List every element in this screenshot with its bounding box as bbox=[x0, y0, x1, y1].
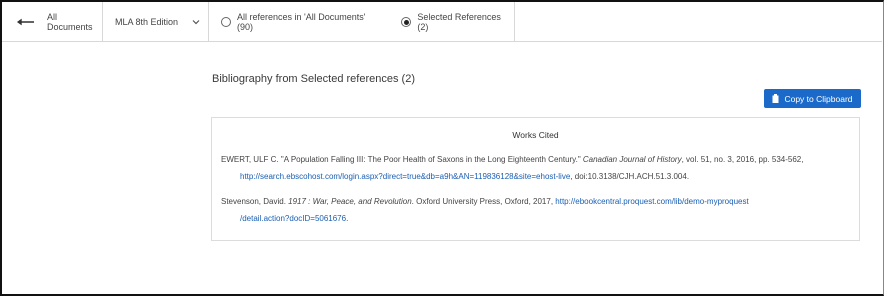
radio-checked-icon[interactable] bbox=[401, 17, 412, 27]
copy-button-label: Copy to Clipboard bbox=[784, 93, 853, 104]
bibliography-card: Works Cited EWERT, ULF C. "A Population … bbox=[211, 117, 860, 241]
chevron-down-icon bbox=[192, 20, 200, 25]
citation-style-label: MLA 8th Edition bbox=[115, 17, 179, 27]
citation-entry: EWERT, ULF C. "A Population Falling III:… bbox=[221, 151, 851, 185]
option-selected-references[interactable]: Selected References (2) bbox=[401, 12, 514, 32]
citation-text: . bbox=[346, 214, 349, 223]
back-arrow-icon bbox=[16, 18, 35, 26]
bibliography-heading: Bibliography from Selected references (2… bbox=[212, 73, 415, 85]
works-cited-title: Works Cited bbox=[512, 130, 559, 140]
book-title: : War, Peace, and Revolution bbox=[305, 197, 412, 206]
citation-text: , vol. 51, no. 3, 2016, pp. 534-562, bbox=[681, 155, 804, 164]
back-label: All Documents bbox=[46, 12, 93, 32]
book-title: 1917 bbox=[288, 197, 306, 206]
citation-link[interactable]: /detail.action?docID=5061676 bbox=[240, 214, 346, 223]
back-to-all-documents[interactable]: All Documents bbox=[2, 2, 103, 42]
citation-text: EWERT, ULF C. "A Population Falling III:… bbox=[221, 155, 583, 164]
citation-text: , doi:10.3138/CJH.ACH.51.3.004. bbox=[570, 172, 690, 181]
clipboard-icon bbox=[772, 94, 779, 103]
option-selected-label: Selected References (2) bbox=[417, 12, 501, 32]
citation-text: . Oxford University Press, Oxford, 2017, bbox=[411, 197, 556, 206]
citation-text: Stevenson, David. bbox=[221, 197, 289, 206]
citation-style-dropdown[interactable]: MLA 8th Edition bbox=[103, 2, 209, 42]
option-all-label: All references in 'All Documents' (90) bbox=[237, 12, 366, 32]
radio-unchecked-icon[interactable] bbox=[221, 17, 231, 27]
reference-scope-options: All references in 'All Documents' (90) S… bbox=[209, 2, 515, 42]
citation-link[interactable]: http://search.ebscohost.com/login.aspx?d… bbox=[240, 172, 570, 181]
journal-title: Canadian Journal of History bbox=[582, 155, 682, 164]
toolbar: All Documents MLA 8th Edition All refere… bbox=[2, 2, 882, 42]
citation-entry: Stevenson, David. 1917 : War, Peace, and… bbox=[221, 193, 851, 227]
option-all-references[interactable]: All references in 'All Documents' (90) bbox=[221, 12, 383, 32]
copy-to-clipboard-button[interactable]: Copy to Clipboard bbox=[764, 89, 861, 108]
citation-link[interactable]: http://ebookcentral.proquest.com/lib/dem… bbox=[555, 197, 748, 206]
